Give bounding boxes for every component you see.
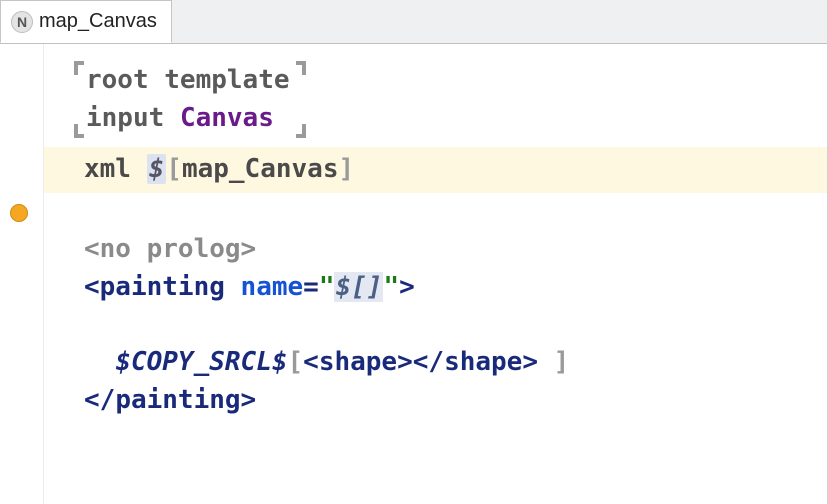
copy-srcl-line[interactable]: $COPY_SRCL$[<shape></shape> ] [44,344,827,382]
lt-close: </ [413,347,444,377]
no-prolog-text: <no prolog> [84,234,256,264]
open-bracket: [ [288,347,304,377]
lt-close: </ [84,385,115,415]
tab-title: map_Canvas [39,10,157,33]
editor: root template input Canvas xml $[map_Can… [0,44,827,504]
input-type[interactable]: Canvas [180,103,274,133]
gt: > [399,272,415,302]
input-keyword: input [86,103,164,133]
open-bracket: [ [166,154,182,184]
blank-line [44,193,827,231]
dollar-placeholder[interactable]: $ [147,154,167,184]
xml-keyword: xml [84,154,131,184]
painting-close-tag: painting [115,385,240,415]
eq: = [303,272,319,302]
map-name[interactable]: map_Canvas [182,154,339,184]
gutter [0,44,44,504]
shape-close-tag: shape [444,347,522,377]
painting-close-line[interactable]: </painting> [44,382,827,420]
name-attr: name [241,272,304,302]
node-icon: N [11,11,33,33]
close-quote: " [383,272,399,302]
blank-line [44,306,827,344]
intention-bulb-icon[interactable] [10,204,28,222]
close-bracket: ] [554,347,570,377]
xml-declaration-line[interactable]: xml $[map_Canvas] [44,147,827,193]
template-keyword: template [164,65,289,95]
painting-open-line[interactable]: <painting name="$[]"> [44,269,827,307]
tab-map-canvas[interactable]: N map_Canvas [0,0,172,43]
template-header: root template input Canvas [84,62,296,137]
shape-open-tag: shape [319,347,397,377]
tab-bar: N map_Canvas [0,0,827,44]
close-bracket: ] [338,154,354,184]
name-placeholder[interactable]: $[] [334,272,383,302]
no-prolog-line[interactable]: <no prolog> [44,231,827,269]
painting-tag: painting [100,272,225,302]
lt: < [84,272,100,302]
gt-close: > [522,347,538,377]
open-quote: " [319,272,335,302]
code-area[interactable]: root template input Canvas xml $[map_Can… [44,44,827,504]
copy-srcl-var[interactable]: $COPY_SRCL$ [115,347,287,377]
gt: > [241,385,257,415]
root-keyword: root [86,65,149,95]
gt: > [397,347,413,377]
lt: < [303,347,319,377]
